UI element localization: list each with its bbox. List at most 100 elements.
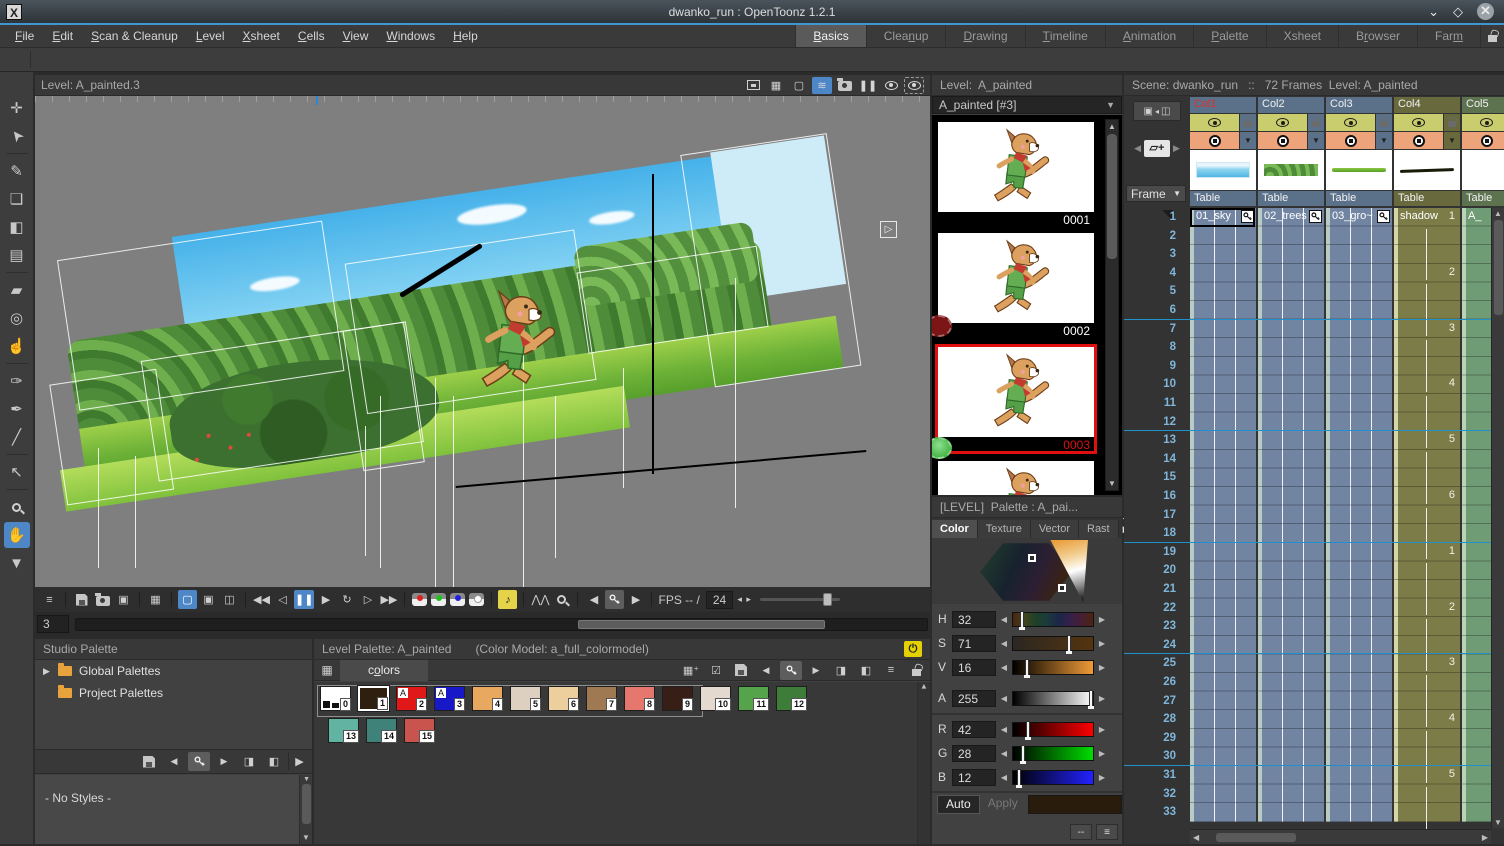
tool-geometric-icon[interactable]: ❏ [4,186,30,212]
slider-dec-icon[interactable]: ◀ [1000,773,1008,782]
tool-control-point-editor-icon[interactable]: ↖ [4,459,30,485]
last-frame-icon[interactable]: ▶▶ [379,590,398,609]
clone-palette-icon[interactable]: ◨ [238,752,260,771]
histogram-icon[interactable]: ⋀⋀ [530,590,550,609]
tool-style-picker-brush-icon[interactable]: ▤ [4,242,30,268]
frame-number-19[interactable]: 19 [1163,546,1176,558]
color-swatch-0[interactable]: 0 [320,686,351,711]
frame-number-3[interactable]: 3 [1170,248,1176,260]
key-icon[interactable] [188,752,210,771]
tool-finger-icon[interactable]: ☝ [4,333,30,359]
3d-view-icon[interactable]: ≋ [812,77,832,94]
next-icon[interactable]: ▶ [1173,143,1180,154]
frame-number-33[interactable]: 33 [1163,806,1176,818]
hide-menu-icon[interactable]: -- [1070,824,1092,840]
room-tab-drawing[interactable]: Drawing [945,25,1024,47]
maximize-icon[interactable]: ◇ [1453,4,1463,20]
speed-slider[interactable] [760,598,840,601]
palette-gizmo-icon[interactable]: ⏻ [904,641,922,657]
slider-bar[interactable] [1012,722,1094,737]
compare-icon[interactable]: ▣ [114,590,133,609]
column-config-icon[interactable]: ▼ [1444,132,1460,149]
color-swatch-9[interactable]: 9 [662,686,693,711]
viewer-canvas[interactable]: ▷ [35,96,930,587]
slider-inc-icon[interactable]: ▶ [1098,749,1106,758]
tool-ruler-icon[interactable]: ╱ [4,424,30,450]
frame-number-6[interactable]: 6 [1170,304,1176,316]
camera-widget[interactable]: ▷ [880,221,897,238]
column-visibility-toggle[interactable] [1258,114,1307,131]
menu-file[interactable]: File [6,29,43,43]
slider-value-field[interactable]: 28 [952,745,996,762]
preview-eye-icon[interactable] [881,77,901,94]
color-swatch-6[interactable]: 6 [548,686,579,711]
slider-handle[interactable] [1089,690,1093,707]
tool-hand-icon[interactable]: ✋ [4,522,30,548]
column-parent-label[interactable]: Table [1326,191,1392,206]
frame-number-21[interactable]: 21 [1163,583,1176,595]
column-header-col4[interactable]: Col4▼Table [1394,97,1460,206]
wheel-cursor[interactable] [1028,554,1036,562]
frame-range-track[interactable] [75,618,928,631]
menu-windows[interactable]: Windows [377,29,444,43]
style-tab-texture[interactable]: Texture [978,520,1031,538]
frame-number-25[interactable]: 25 [1163,657,1176,669]
next-frame-icon[interactable]: ▷ [358,590,377,609]
slider-handle[interactable] [1025,659,1029,676]
frame-number-15[interactable]: 15 [1163,471,1176,483]
freeze-icon[interactable]: ❚❚ [858,77,878,94]
view-mode-1-icon[interactable]: ▢ [178,590,197,609]
level-frame-0004[interactable]: 0004 [938,461,1094,495]
style-tab-rast[interactable]: Rast [1079,520,1119,538]
slider-handle[interactable] [1067,635,1071,652]
room-tab-timeline[interactable]: Timeline [1025,25,1105,47]
menu-xsheet[interactable]: Xsheet [234,29,289,43]
camstand-visibility-toggle[interactable] [1394,132,1443,149]
viewer-menu-icon[interactable]: ≡ [40,590,59,609]
color-swatch-15[interactable]: 15 [404,718,435,743]
frame-number-22[interactable]: 22 [1163,602,1176,614]
slider-bar[interactable] [1012,660,1094,675]
red-channel-icon[interactable] [412,593,427,606]
color-swatch-13[interactable]: 13 [328,718,359,743]
options-icon[interactable]: ≡ [880,661,902,680]
tool-rgb-picker-icon[interactable]: ✒ [4,396,30,422]
slider-handle[interactable] [1026,721,1030,738]
slider-inc-icon[interactable]: ▶ [1098,615,1106,624]
slider-dec-icon[interactable]: ◀ [1000,749,1008,758]
menu-edit[interactable]: Edit [43,29,82,43]
slider-handle[interactable] [1017,769,1021,786]
prev-icon[interactable]: ◀ [1134,143,1141,154]
frame-number-12[interactable]: 12 [1163,416,1176,428]
camstand-view-icon[interactable]: ▢ [789,77,809,94]
frame-number-29[interactable]: 29 [1163,732,1176,744]
auto-button[interactable]: Auto [937,795,980,814]
expand-toolbar-icon[interactable]: ▶ [288,752,310,771]
save-palette-icon[interactable] [730,661,752,680]
column-header-col1[interactable]: Col1▼Table [1190,97,1256,206]
tool-more-icon[interactable]: ▼ [4,550,30,576]
slider-bar[interactable] [1012,612,1094,627]
camstand-visibility-toggle[interactable] [1462,132,1504,149]
slider-bar[interactable] [1012,636,1094,651]
menu-help[interactable]: Help [444,29,487,43]
menu-scan-cleanup[interactable]: Scan & Cleanup [82,29,187,43]
apply-button[interactable]: Apply [982,795,1024,814]
play-icon[interactable]: ▶ [316,590,335,609]
next-key-icon[interactable]: ▶ [805,661,827,680]
slider-dec-icon[interactable]: ◀ [1000,639,1008,648]
slider-value-field[interactable]: 12 [952,769,996,786]
slider-value-field[interactable]: 32 [952,611,996,628]
frame-number-31[interactable]: 31 [1163,769,1176,781]
frame-range-thumb[interactable] [578,620,825,629]
slider-value-field[interactable]: 16 [952,659,996,676]
new-level-button[interactable]: ▱+ [1144,140,1170,157]
studio-styles-scrollbar[interactable]: ▲▼ [299,775,312,844]
column-header-col3[interactable]: Col3▼Table [1326,97,1392,206]
frame-display-dropdown[interactable]: Frame▼ [1126,185,1186,202]
frame-number-10[interactable]: 10 [1163,378,1176,390]
room-tab-palette[interactable]: Palette [1193,25,1265,47]
prev-frame-icon[interactable]: ◁ [273,590,292,609]
frame-number-13[interactable]: 13 [1163,434,1176,446]
freeze-palette-icon[interactable] [905,661,927,680]
